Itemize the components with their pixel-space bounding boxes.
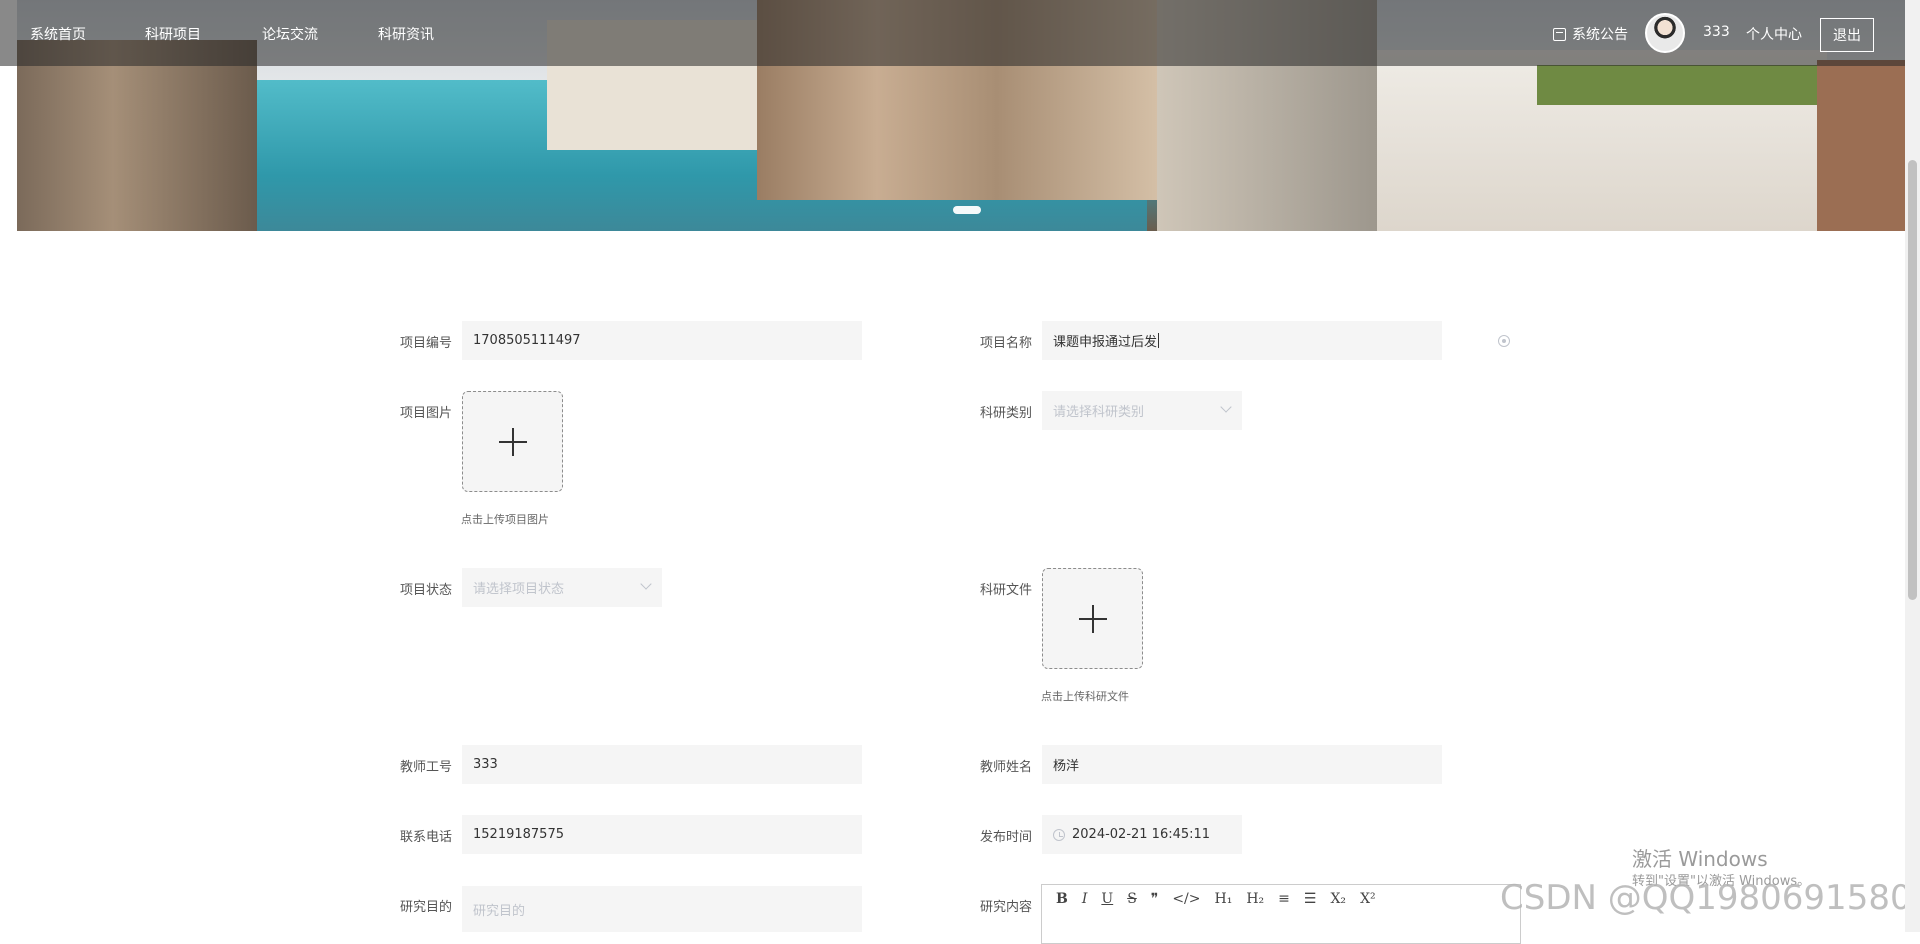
subscript-button[interactable]: X₂ bbox=[1330, 891, 1346, 907]
text-cursor bbox=[1158, 333, 1160, 348]
research-category-select[interactable]: 请选择科研类别 bbox=[1042, 391, 1242, 430]
teacher-name-value: 杨洋 bbox=[1053, 759, 1080, 774]
project-status-select[interactable]: 请选择项目状态 bbox=[462, 568, 662, 607]
chevron-down-icon bbox=[1220, 401, 1232, 413]
research-category-label: 科研类别 bbox=[979, 406, 1032, 421]
research-purpose-label: 研究目的 bbox=[399, 900, 452, 915]
phone-label: 联系电话 bbox=[399, 830, 452, 845]
nav-home[interactable]: 系统首页 bbox=[30, 24, 86, 44]
strike-button[interactable]: S bbox=[1127, 891, 1137, 907]
banner-building-left bbox=[17, 40, 257, 231]
project-status-label: 项目状态 bbox=[399, 583, 452, 598]
logout-button[interactable]: 退出 bbox=[1820, 18, 1874, 52]
ordered-list-button[interactable]: ≡ bbox=[1278, 891, 1290, 907]
teacher-id-input[interactable]: 333 bbox=[462, 745, 862, 784]
publish-time-value: 2024-02-21 16:45:11 bbox=[1072, 827, 1211, 842]
research-file-hint: 点击上传科研文件 bbox=[1041, 690, 1129, 703]
plus-icon bbox=[1078, 604, 1107, 633]
project-no-value: 1708505111497 bbox=[473, 333, 581, 348]
h1-button[interactable]: H₁ bbox=[1215, 891, 1233, 907]
nav-research-news[interactable]: 科研资讯 bbox=[378, 24, 434, 44]
personal-center-link[interactable]: 个人中心 bbox=[1746, 24, 1802, 44]
italic-button[interactable]: I bbox=[1082, 891, 1088, 907]
code-button[interactable]: </> bbox=[1172, 891, 1200, 907]
banner-garden bbox=[1537, 65, 1837, 105]
project-status-placeholder: 请选择项目状态 bbox=[473, 582, 565, 597]
username: 333 bbox=[1703, 24, 1730, 40]
teacher-name-input[interactable]: 杨洋 bbox=[1042, 745, 1442, 784]
clock-icon bbox=[1053, 828, 1065, 841]
quote-button[interactable]: ❞ bbox=[1151, 891, 1159, 907]
csdn-watermark: CSDN @QQ1980691580 bbox=[1500, 878, 1912, 918]
bold-button[interactable]: B bbox=[1056, 891, 1068, 907]
project-name-value: 课题申报通过后发 bbox=[1053, 335, 1158, 350]
project-image-hint: 点击上传项目图片 bbox=[461, 513, 549, 526]
research-category-placeholder: 请选择科研类别 bbox=[1053, 405, 1145, 420]
bullet-list-button[interactable]: ☰ bbox=[1304, 891, 1317, 907]
project-name-label: 项目名称 bbox=[979, 336, 1032, 351]
research-purpose-placeholder: 研究目的 bbox=[473, 903, 526, 919]
project-no-input[interactable]: 1708505111497 bbox=[462, 321, 862, 360]
plus-icon bbox=[498, 427, 527, 456]
top-nav: 系统首页 科研项目 论坛交流 科研资讯 系统公告 333 个人中心 退出 bbox=[0, 0, 1920, 66]
page-scrollbar[interactable] bbox=[1905, 0, 1920, 932]
calendar-icon bbox=[1553, 27, 1566, 41]
editor-toolbar: B I U S ❞ </> H₁ H₂ ≡ ☰ X₂ X² bbox=[1042, 885, 1520, 913]
nav-notice[interactable]: 系统公告 bbox=[1553, 24, 1628, 44]
project-image-label: 项目图片 bbox=[399, 406, 452, 421]
chevron-down-icon bbox=[640, 578, 652, 590]
underline-button[interactable]: U bbox=[1101, 891, 1113, 907]
research-file-upload[interactable] bbox=[1042, 568, 1143, 669]
publish-time-label: 发布时间 bbox=[979, 830, 1032, 845]
nav-research-projects[interactable]: 科研项目 bbox=[145, 24, 201, 44]
project-no-label: 项目编号 bbox=[399, 336, 452, 351]
superscript-button[interactable]: X² bbox=[1360, 891, 1376, 907]
phone-input[interactable]: 15219187575 bbox=[462, 815, 862, 854]
research-file-label: 科研文件 bbox=[979, 583, 1032, 598]
phone-value: 15219187575 bbox=[473, 827, 564, 842]
nav-forum[interactable]: 论坛交流 bbox=[262, 24, 318, 44]
teacher-id-label: 教师工号 bbox=[399, 760, 452, 775]
clear-icon[interactable] bbox=[1498, 335, 1510, 347]
notice-label: 系统公告 bbox=[1572, 27, 1628, 43]
carousel-indicator[interactable] bbox=[953, 206, 981, 214]
h2-button[interactable]: H₂ bbox=[1246, 891, 1264, 907]
rich-text-editor[interactable]: B I U S ❞ </> H₁ H₂ ≡ ☰ X₂ X² bbox=[1041, 884, 1521, 944]
research-purpose-input[interactable]: 研究目的 bbox=[462, 886, 862, 932]
scrollbar-thumb[interactable] bbox=[1908, 160, 1917, 600]
windows-activation-title: 激活 Windows bbox=[1632, 847, 1768, 871]
teacher-id-value: 333 bbox=[473, 757, 498, 772]
project-image-upload[interactable] bbox=[462, 391, 563, 492]
project-name-input[interactable]: 课题申报通过后发 bbox=[1042, 321, 1442, 360]
publish-time-picker[interactable]: 2024-02-21 16:45:11 bbox=[1042, 815, 1242, 854]
avatar[interactable] bbox=[1645, 13, 1685, 53]
research-content-label: 研究内容 bbox=[979, 900, 1032, 915]
banner-building-edge bbox=[1817, 60, 1905, 231]
teacher-name-label: 教师姓名 bbox=[979, 760, 1032, 775]
